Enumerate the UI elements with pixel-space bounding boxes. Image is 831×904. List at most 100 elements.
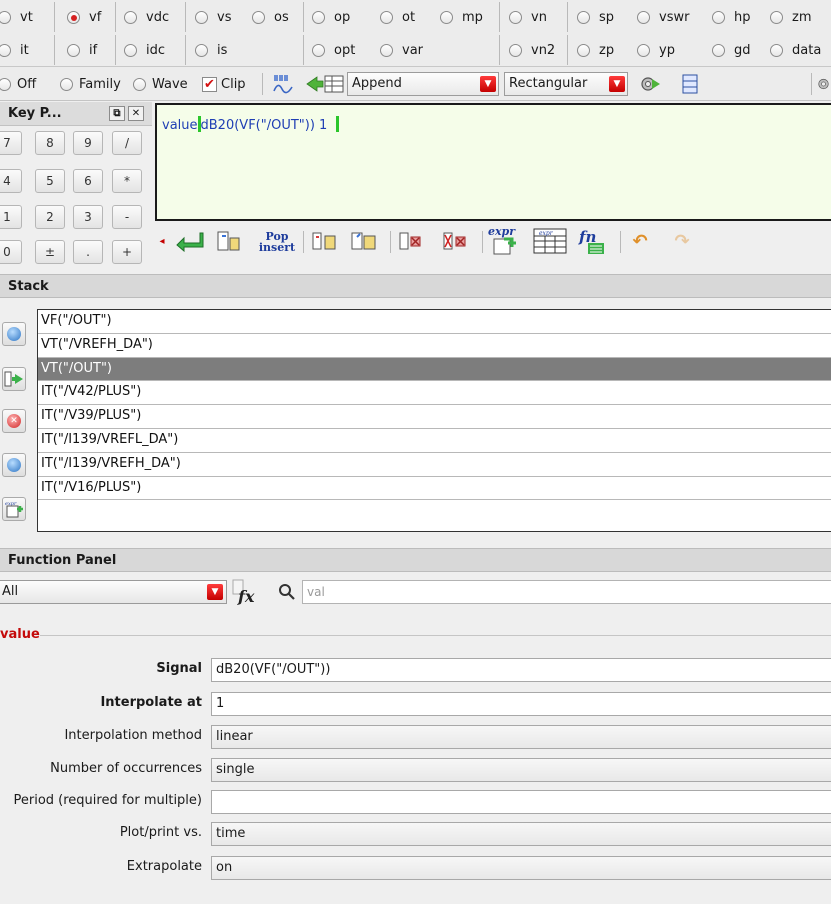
redo-icon[interactable]: ↷	[670, 229, 694, 253]
radio-hp[interactable]: hp	[712, 0, 751, 34]
expr-table-icon[interactable]: expr	[532, 226, 568, 256]
toolbar-handle-icon[interactable]: ◂	[156, 230, 168, 252]
radio-is[interactable]: is	[195, 33, 227, 67]
copy-stack-icon[interactable]	[349, 229, 379, 253]
radio-if[interactable]: if	[67, 33, 97, 67]
function-search-input[interactable]: val	[302, 580, 831, 604]
radio-gd[interactable]: gd	[712, 33, 751, 67]
radio-vn[interactable]: vn	[509, 0, 547, 34]
stack-delete-button[interactable]: ✕	[2, 409, 26, 433]
gear-settings-icon[interactable]	[637, 72, 663, 96]
radio-zm[interactable]: zm	[770, 0, 812, 34]
radio-vt[interactable]: vt	[0, 0, 33, 34]
occurrences-select[interactable]: single	[211, 758, 831, 782]
key-7[interactable]: 7	[0, 131, 22, 155]
append-table-icon[interactable]	[305, 72, 345, 96]
stack-item[interactable]: VF("/OUT")	[38, 310, 831, 334]
stack-info-button[interactable]	[2, 322, 26, 346]
clear-stack-icon[interactable]	[441, 229, 471, 253]
radio-op[interactable]: op	[312, 0, 350, 34]
key-decimal[interactable]: .	[73, 240, 103, 264]
radio-it[interactable]: it	[0, 33, 29, 67]
stack-expr-button[interactable]: expr	[2, 497, 26, 521]
plot-type-select[interactable]: Rectangular ▼	[504, 72, 628, 96]
radio-var[interactable]: var	[380, 33, 423, 67]
stack-item[interactable]: VT("/VREFH_DA")	[38, 334, 831, 358]
radio-os[interactable]: os	[252, 0, 289, 34]
radio-idc[interactable]: idc	[124, 33, 165, 67]
period-field[interactable]	[211, 790, 831, 814]
key-4[interactable]: 4	[0, 169, 22, 193]
key-9[interactable]: 9	[73, 131, 103, 155]
stack-refresh-button[interactable]	[2, 453, 26, 477]
radio-sp-label: sp	[599, 9, 615, 25]
radio-mp[interactable]: mp	[440, 0, 483, 34]
radio-vdc[interactable]: vdc	[124, 0, 169, 34]
undo-icon[interactable]: ↶	[628, 229, 652, 253]
radio-off[interactable]: Off	[0, 67, 36, 101]
expr-add-icon[interactable]: expr	[488, 226, 524, 256]
radio-vswr[interactable]: vswr	[637, 0, 689, 34]
float-window-icon[interactable]: ⧉	[109, 106, 125, 121]
swap-icon[interactable]	[309, 229, 339, 253]
function-category-select[interactable]: All ▼	[0, 580, 227, 604]
key-0[interactable]: 0	[0, 240, 22, 264]
function-name-title: value	[0, 627, 40, 642]
radio-data[interactable]: data	[770, 33, 821, 67]
expression-editor[interactable]: value dB20(VF("/OUT")) 1	[155, 103, 831, 221]
extrapolate-select[interactable]: on	[211, 856, 831, 880]
key-divide[interactable]: /	[112, 131, 142, 155]
signal-field[interactable]: dB20(VF("/OUT"))	[211, 658, 831, 682]
stack-item-selected[interactable]: VT("/OUT")	[38, 357, 831, 382]
close-icon[interactable]: ✕	[128, 106, 144, 121]
stack-item[interactable]: IT("/V39/PLUS")	[38, 405, 831, 429]
key-multiply[interactable]: *	[112, 169, 142, 193]
radio-zp[interactable]: zp	[577, 33, 614, 67]
key-3[interactable]: 3	[73, 205, 103, 229]
radio-opt[interactable]: opt	[312, 33, 355, 67]
radio-sp[interactable]: sp	[577, 0, 614, 34]
append-mode-select[interactable]: Append ▼	[347, 72, 499, 96]
key-minus[interactable]: -	[112, 205, 142, 229]
key-plus[interactable]: +	[112, 240, 142, 264]
radio-vs[interactable]: vs	[195, 0, 231, 34]
clip-checkbox[interactable]: ✔ Clip	[202, 67, 246, 101]
database-icon[interactable]	[680, 72, 700, 96]
radio-if-label: if	[89, 42, 98, 58]
pop-insert-button[interactable]: Pop insert	[259, 229, 295, 255]
waveform-icon[interactable]	[271, 72, 295, 96]
enter-icon[interactable]	[172, 229, 206, 253]
interpolation-method-select[interactable]: linear	[211, 725, 831, 749]
radio-family[interactable]: Family	[60, 67, 121, 101]
insert-icon[interactable]	[216, 229, 242, 253]
radio-ot[interactable]: ot	[380, 0, 415, 34]
radio-os-dot	[252, 10, 265, 24]
gear-icon[interactable]	[816, 72, 831, 96]
key-1[interactable]: 1	[0, 205, 22, 229]
radio-mp-dot	[440, 10, 453, 24]
key-6[interactable]: 6	[73, 169, 103, 193]
plot-print-vs-select[interactable]: time	[211, 822, 831, 846]
function-fn-icon[interactable]: fn	[575, 226, 611, 256]
plot-type-value: Rectangular	[509, 76, 588, 91]
stack-item[interactable]: IT("/V42/PLUS")	[38, 381, 831, 406]
key-plusminus[interactable]: ±	[35, 240, 65, 264]
radio-wave[interactable]: Wave	[133, 67, 188, 101]
radio-hp-label: hp	[734, 9, 751, 25]
radio-vf[interactable]: vf	[67, 0, 101, 34]
fx-icon[interactable]: fx	[231, 578, 261, 606]
period-label: Period (required for multiple)	[13, 793, 202, 808]
stack-item[interactable]: IT("/I139/VREFH_DA")	[38, 453, 831, 477]
separator	[185, 2, 186, 32]
key-5[interactable]: 5	[35, 169, 65, 193]
stack-move-button[interactable]	[2, 367, 26, 391]
key-2[interactable]: 2	[35, 205, 65, 229]
expr-add-icon: expr	[5, 501, 23, 518]
interpolate-at-field[interactable]: 1	[211, 692, 831, 716]
stack-item[interactable]: IT("/V16/PLUS")	[38, 477, 831, 501]
delete-entry-icon[interactable]	[396, 229, 426, 253]
radio-yp[interactable]: yp	[637, 33, 675, 67]
radio-vn2[interactable]: vn2	[509, 33, 555, 67]
key-8[interactable]: 8	[35, 131, 65, 155]
stack-item[interactable]: IT("/I139/VREFL_DA")	[38, 429, 831, 453]
